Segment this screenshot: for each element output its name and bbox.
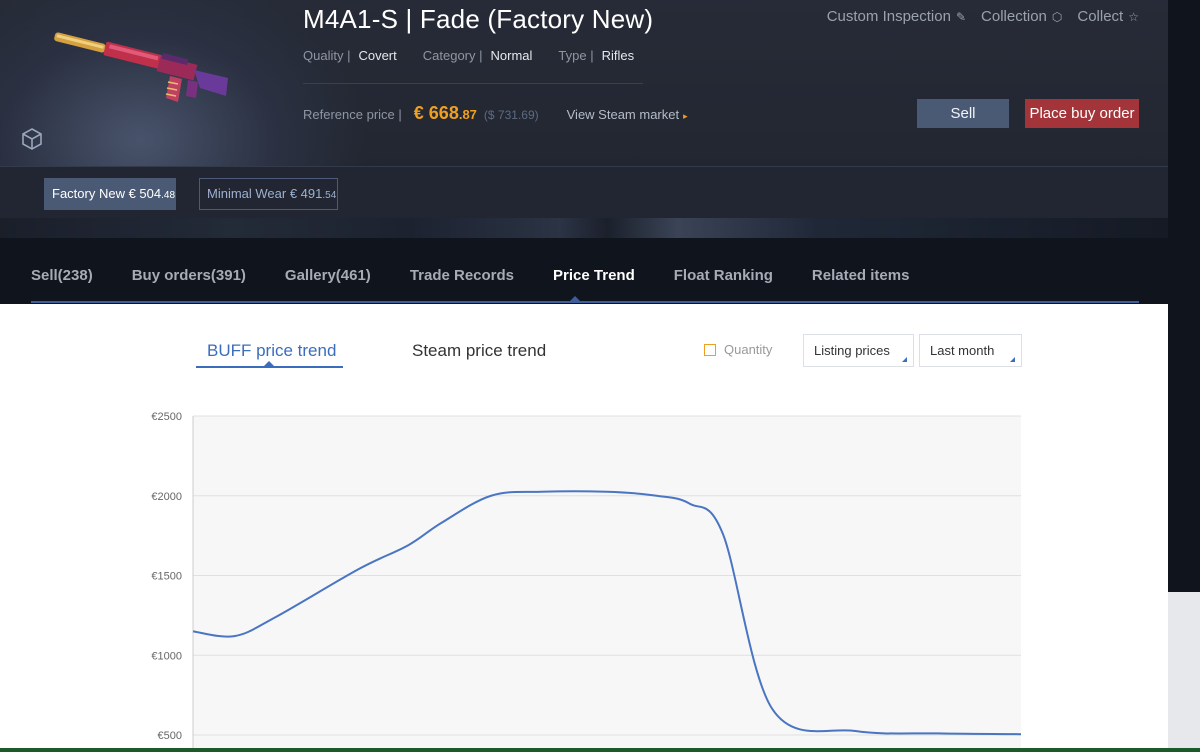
sell-button[interactable]: Sell xyxy=(917,99,1009,128)
price-chart[interactable]: €2500 €2000 €1500 €1000 €500 xyxy=(0,304,1168,748)
brush-icon: ✎ xyxy=(955,9,967,24)
tab-price-trend[interactable]: Price Trend xyxy=(553,267,635,284)
y-tick-label: €1000 xyxy=(151,650,182,662)
y-tick-label: €1500 xyxy=(151,571,182,583)
y-tick-label: €500 xyxy=(158,730,182,742)
plot-background xyxy=(193,416,1021,748)
background-texture xyxy=(0,218,1168,238)
weapon-image xyxy=(54,32,228,102)
tab-buy-orders[interactable]: Buy orders(391) xyxy=(132,267,246,284)
meta-divider xyxy=(303,83,643,84)
y-tick-label: €2000 xyxy=(151,491,182,503)
inspect-3d-icon[interactable] xyxy=(20,127,44,151)
quality-group: Quality | Covert xyxy=(303,48,397,63)
active-tab-caret xyxy=(570,296,580,301)
quality-value: Covert xyxy=(358,48,397,63)
reference-price-label: Reference price | xyxy=(303,107,402,122)
custom-inspection-label: Custom Inspection xyxy=(826,8,951,25)
type-group: Type | Rifles xyxy=(558,48,634,63)
tab-sell[interactable]: Sell(238) xyxy=(31,267,93,284)
type-label: Type | xyxy=(558,48,594,63)
collect-link[interactable]: Collect ☆ xyxy=(1077,8,1139,25)
collection-label: Collection xyxy=(981,8,1047,25)
wear-minimal-wear-decimals: .54 xyxy=(322,190,337,201)
bottom-border xyxy=(0,748,1200,752)
wear-minimal-wear-button[interactable]: Minimal Wear € 491.54 xyxy=(199,178,338,210)
reference-price: € 668.87 xyxy=(414,103,477,124)
wear-factory-new-button[interactable]: Factory New € 504.48 xyxy=(44,178,176,210)
place-buy-order-button[interactable]: Place buy order xyxy=(1025,99,1139,128)
item-header: M4A1-S | Fade (Factory New) Quality | Co… xyxy=(0,0,1168,218)
price-usd: ($ 731.69) xyxy=(483,108,539,122)
price-decimals: .87 xyxy=(458,107,477,122)
chevron-right-icon: ▸ xyxy=(683,111,688,121)
tab-gallery[interactable]: Gallery(461) xyxy=(285,267,371,284)
side-background xyxy=(1168,592,1200,752)
item-title: M4A1-S | Fade (Factory New) xyxy=(303,4,654,34)
type-value: Rifles xyxy=(601,48,635,63)
collect-label: Collect xyxy=(1077,8,1124,25)
item-image xyxy=(0,0,282,166)
side-band xyxy=(1168,0,1200,592)
page: M4A1-S | Fade (Factory New) Quality | Co… xyxy=(0,0,1200,752)
tab-trade-records[interactable]: Trade Records xyxy=(410,267,514,284)
cube-icon: ⬡ xyxy=(1051,9,1063,24)
item-top-links: Custom Inspection ✎ Collection ⬡ Collect… xyxy=(812,8,1139,25)
y-tick-label: €2500 xyxy=(151,411,182,423)
collection-link[interactable]: Collection ⬡ xyxy=(981,8,1062,25)
price-currency: € xyxy=(413,103,424,123)
star-icon: ☆ xyxy=(1128,9,1139,24)
tab-related-items[interactable]: Related items xyxy=(812,267,910,284)
reference-price-row: Reference price | € 668.87 ($ 731.69) Vi… xyxy=(303,103,688,124)
category-group: Category | Normal xyxy=(423,48,533,63)
price-trend-panel: BUFF price trend Steam price trend Quant… xyxy=(0,304,1168,748)
wear-factory-new-decimals: .48 xyxy=(161,190,176,201)
steam-link-label: View Steam market xyxy=(566,107,680,122)
item-tab-bar: Sell(238) Buy orders(391) Gallery(461) T… xyxy=(0,238,1168,304)
wear-minimal-wear-label: Minimal Wear € 491 xyxy=(207,186,323,201)
category-value: Normal xyxy=(490,48,533,63)
wear-selector: Factory New € 504.48 Minimal Wear € 491.… xyxy=(0,166,1168,218)
tab-float-ranking[interactable]: Float Ranking xyxy=(674,267,773,284)
price-integer: 668 xyxy=(428,103,459,123)
quality-label: Quality | xyxy=(303,48,351,63)
category-label: Category | xyxy=(422,48,483,63)
wear-factory-new-label: Factory New € 504 xyxy=(52,186,162,201)
view-steam-market-link[interactable]: View Steam market ▸ xyxy=(567,107,688,122)
tab-underline xyxy=(31,301,1139,303)
custom-inspection-link[interactable]: Custom Inspection ✎ xyxy=(827,8,966,25)
tabs: Sell(238) Buy orders(391) Gallery(461) T… xyxy=(31,267,948,284)
item-meta: Quality | Covert Category | Normal Type … xyxy=(303,48,660,63)
